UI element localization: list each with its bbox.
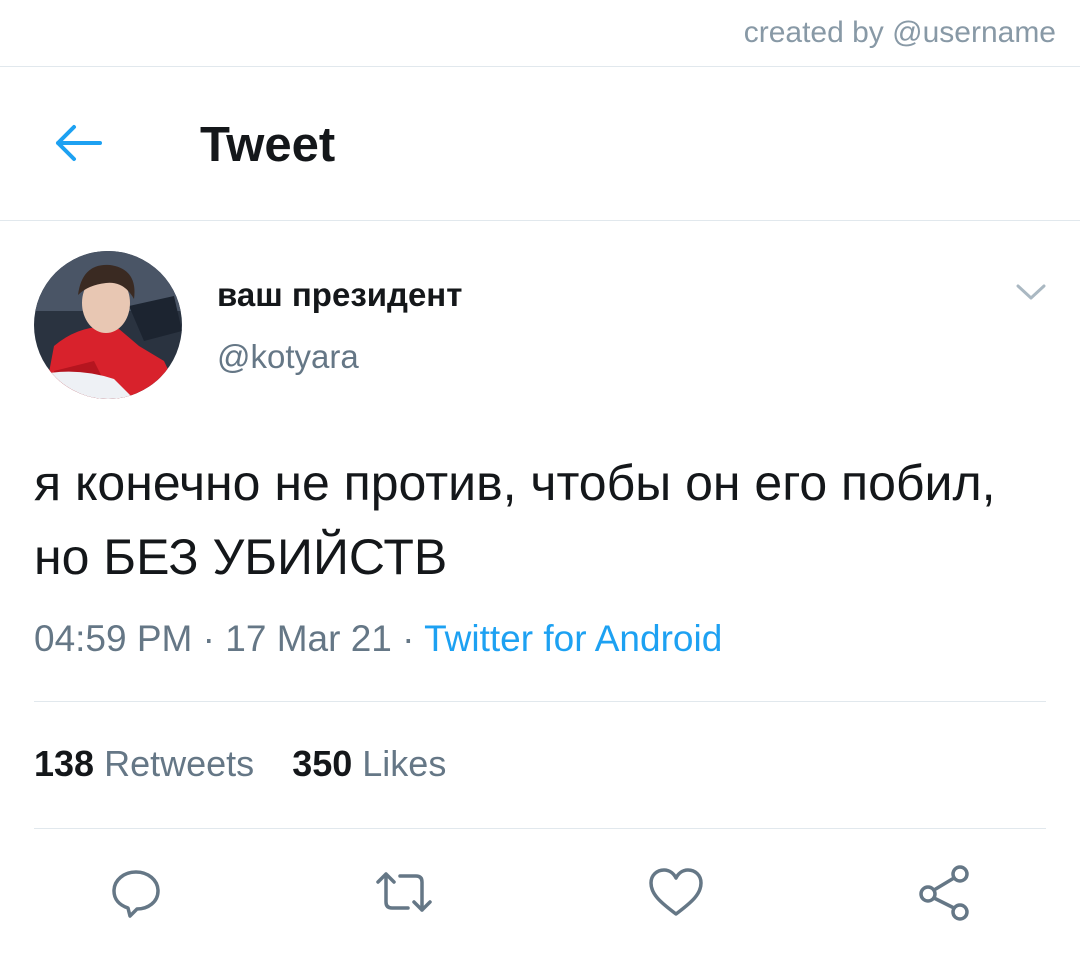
display-name[interactable]: ваш президент	[217, 276, 462, 314]
like-button[interactable]	[644, 860, 708, 924]
likes-label: Likes	[362, 743, 447, 784]
reply-icon	[112, 870, 160, 918]
retweet-icon	[376, 872, 432, 912]
arrow-left-icon	[56, 125, 102, 161]
tweet-text: я конечно не против, чтобы он его побил,…	[34, 455, 996, 585]
credit-text: created by @username	[743, 16, 1056, 49]
more-options-button[interactable]	[1014, 280, 1048, 304]
tweet-stats: 138 Retweets 350 Likes	[34, 743, 474, 785]
retweets-count: 138	[34, 743, 95, 784]
avatar[interactable]	[34, 251, 182, 399]
retweets-label: Retweets	[104, 743, 255, 784]
user-handle[interactable]: @kotyara	[217, 338, 359, 376]
chevron-down-icon	[1016, 284, 1046, 300]
retweet-button[interactable]	[372, 860, 436, 924]
divider	[34, 828, 1046, 829]
meta-separator: ·	[202, 618, 215, 659]
back-button[interactable]	[50, 121, 106, 165]
tweet-meta: 04:59 PM · 17 Mar 21 · Twitter for Andro…	[34, 618, 722, 660]
tweet-source-link[interactable]: Twitter for Android	[424, 618, 722, 659]
app-header: Tweet	[0, 67, 1080, 220]
like-icon	[649, 868, 703, 916]
reply-button[interactable]	[104, 860, 168, 924]
divider	[0, 220, 1080, 221]
tweet-time: 04:59 PM	[34, 618, 193, 659]
likes-stat[interactable]: 350 Likes	[292, 743, 446, 784]
share-icon	[919, 865, 969, 921]
share-button[interactable]	[912, 860, 976, 924]
page-title: Tweet	[200, 118, 336, 172]
tweet-date: 17 Mar 21	[225, 618, 392, 659]
retweets-stat[interactable]: 138 Retweets	[34, 743, 254, 784]
meta-separator: ·	[402, 618, 415, 659]
avatar-image	[34, 251, 182, 399]
divider	[34, 701, 1046, 702]
likes-count: 350	[292, 743, 353, 784]
